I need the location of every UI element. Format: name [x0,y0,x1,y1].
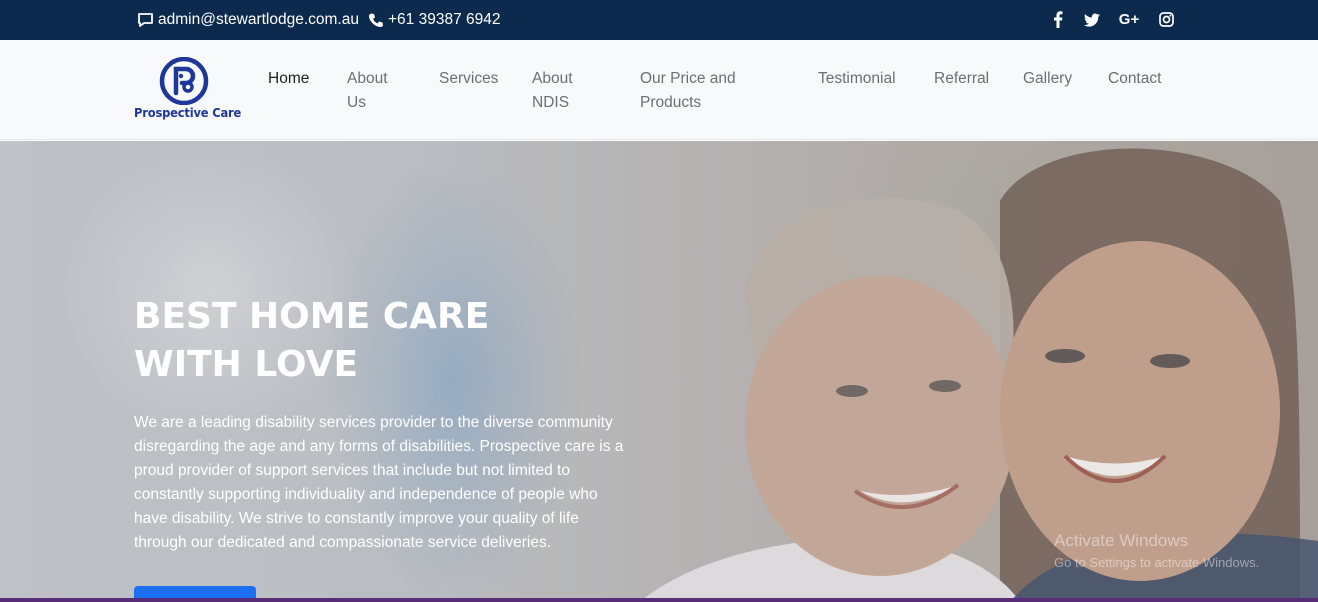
nav-testimonial-label: Testimonial [818,70,896,87]
social-links: G+ [1032,11,1174,28]
contact-info: admin@stewartlodge.com.au +61 39387 6942 [137,10,509,30]
nav-about-ndis-label: About [532,70,573,87]
hero-section: BEST HOME CARE WITH LOVE We are a leadin… [0,141,1318,602]
main-navbar: Prospective Care Home About Us Services … [0,40,1318,140]
nav-referral-label: Referral [934,70,990,87]
hero-description: We are a leading disability services pro… [134,411,644,555]
nav-home[interactable]: Home [268,67,309,91]
phone-link[interactable]: +61 39387 6942 [368,11,501,29]
hero-description-line: We are a leading disability services pro… [134,414,613,431]
nav-price-products-label: Our Price and [640,70,736,87]
nav-about-us[interactable]: About Us [347,67,388,115]
nav-referral[interactable]: Referral [934,67,989,91]
nav-gallery-label: Gallery [1023,70,1073,87]
nav-about-ndis[interactable]: About NDIS [532,67,573,115]
phone-text: +61 39387 6942 [387,11,501,28]
windows-activation-subtext: Go to Settings to activate Windows. [1054,555,1260,570]
nav-services-label: Services [439,70,499,87]
hero-title: BEST HOME CARE WITH LOVE [134,293,654,389]
nav-price-products-label-line2: Products [640,94,702,111]
nav-gallery[interactable]: Gallery [1023,67,1072,91]
nav-price-products[interactable]: Our Price and Products [640,67,736,115]
twitter-icon[interactable] [1084,11,1100,28]
top-bar: admin@stewartlodge.com.au +61 39387 6942… [0,0,1318,40]
nav-contact[interactable]: Contact [1108,67,1161,91]
google-plus-icon[interactable]: G+ [1118,11,1140,28]
hero-description-line: constantly supporting individuality and … [134,486,598,503]
email-link[interactable]: admin@stewartlodge.com.au [137,11,359,29]
instagram-icon[interactable] [1158,11,1174,28]
hero-description-line: have disability. We strive to constantly… [134,510,579,527]
prospective-care-logo-icon [159,57,209,105]
hero-description-line: through our dedicated and compassionate … [134,534,552,551]
taskbar-strip [0,598,1318,602]
brand-name: Prospective Care [134,105,242,120]
nav-about-us-label-line2: Us [347,94,366,111]
windows-activation-watermark: Activate Windows [1054,531,1189,550]
nav-services[interactable]: Services [439,67,498,91]
phone-icon [368,12,388,28]
nav-testimonial[interactable]: Testimonial [818,67,896,91]
email-text: admin@stewartlodge.com.au [158,11,359,28]
nav-home-label: Home [268,70,310,87]
hero-description-line: proud provider of support services that … [134,462,570,479]
comment-icon [137,12,158,28]
hero-title-line1: BEST HOME CARE [134,296,490,337]
brand-logo[interactable]: Prospective Care [133,57,241,123]
hero-description-line: disregarding the age and any forms of di… [134,438,624,455]
hero-title-line2: WITH LOVE [134,344,359,385]
nav-about-ndis-label-line2: NDIS [532,94,570,111]
google-plus-glyph: G+ [1118,11,1140,28]
nav-about-us-label: About [347,70,388,87]
nav-contact-label: Contact [1108,70,1162,87]
facebook-icon[interactable] [1050,11,1066,28]
